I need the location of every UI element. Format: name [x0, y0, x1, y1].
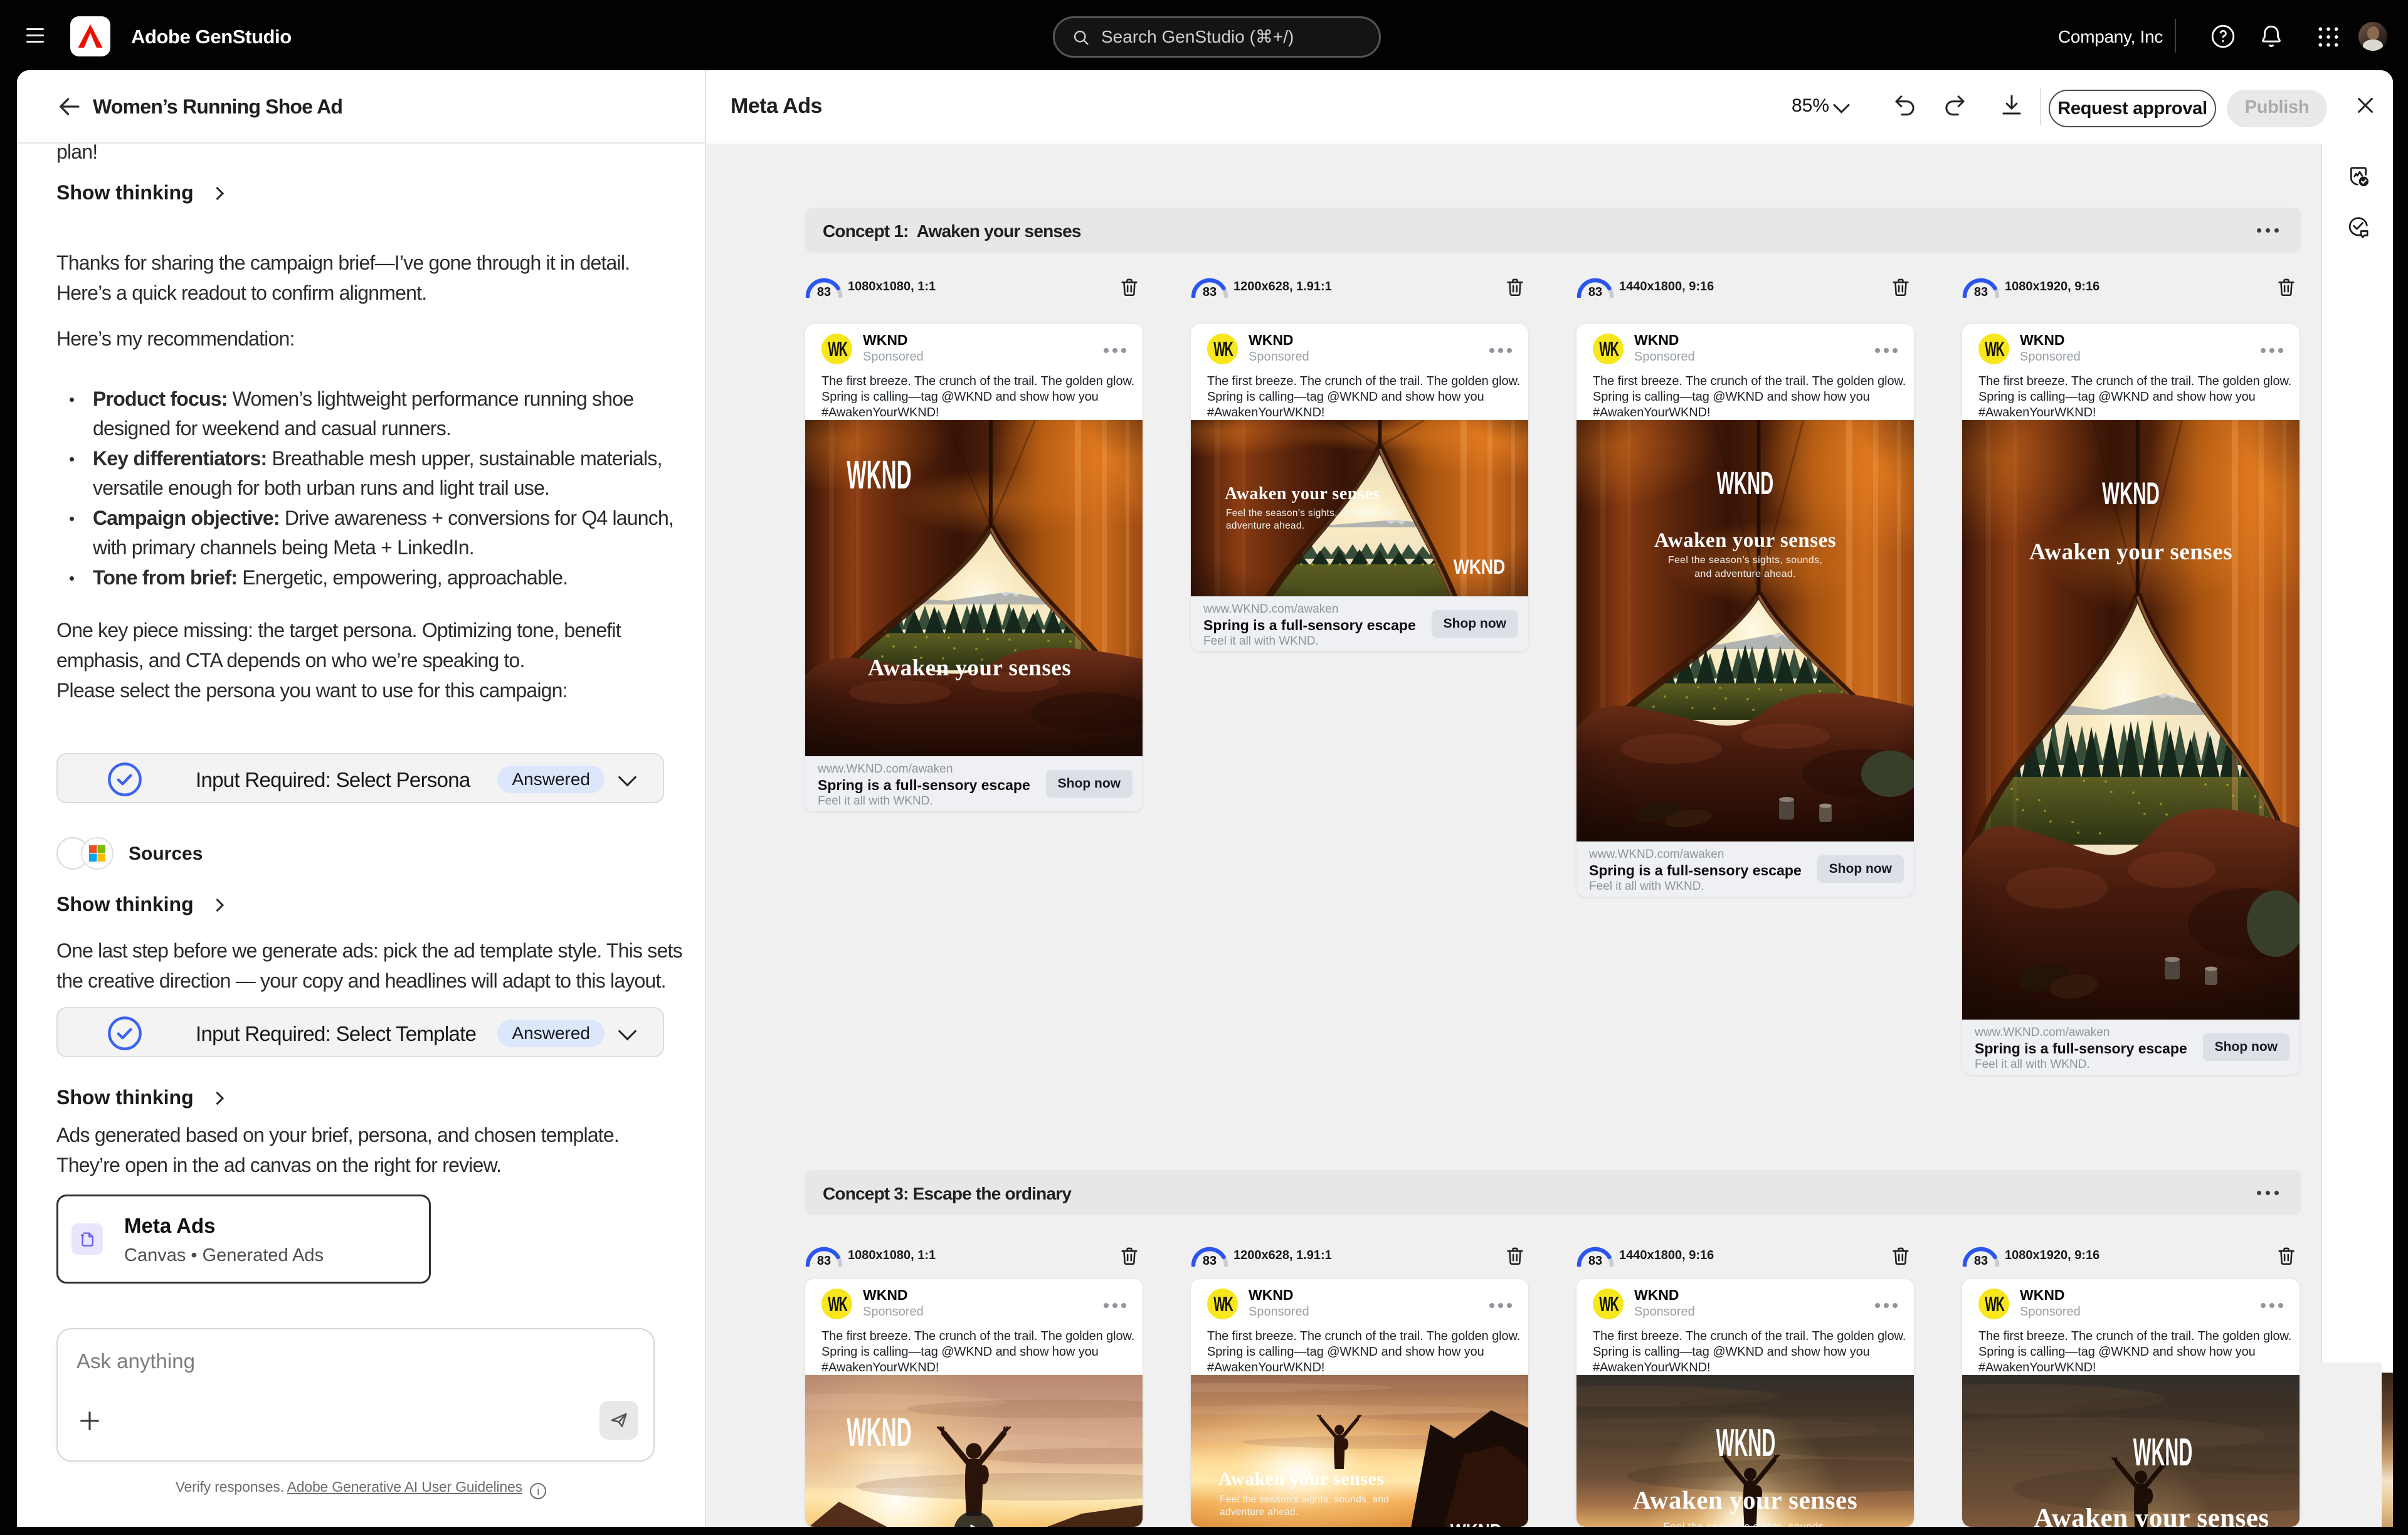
- svg-text:Awaken your senses: Awaken your senses: [868, 655, 1071, 681]
- svg-text:Awaken your senses: Awaken your senses: [1654, 529, 1836, 552]
- svg-text:WKND: WKND: [2102, 476, 2160, 511]
- svg-text:WKND: WKND: [847, 452, 912, 497]
- svg-text:and adventure ahead.: and adventure ahead.: [1694, 569, 1796, 579]
- svg-text:WKND: WKND: [2133, 1431, 2192, 1474]
- svg-text:Feel the season’s sights, soun: Feel the season’s sights, sounds,: [1664, 1521, 1827, 1527]
- svg-text:WKND: WKND: [1450, 1521, 1502, 1527]
- svg-text:Awaken your senses: Awaken your senses: [1218, 1469, 1385, 1489]
- svg-text:Awaken your senses: Awaken your senses: [1225, 484, 1380, 504]
- svg-text:Awaken your senses: Awaken your senses: [2029, 539, 2232, 565]
- svg-text:WKND: WKND: [1454, 556, 1506, 579]
- svg-text:WKND: WKND: [1716, 1422, 1775, 1465]
- svg-text:WKND: WKND: [1717, 465, 1773, 501]
- svg-text:Awaken your senses: Awaken your senses: [1633, 1485, 1857, 1514]
- svg-text:WKND: WKND: [847, 1410, 912, 1455]
- svg-text:Feel the season’s sights, soun: Feel the season’s sights, sounds,: [1668, 555, 1822, 566]
- svg-text:adventure ahead.: adventure ahead.: [1220, 1507, 1298, 1517]
- svg-text:Feel the season’s sights, soun: Feel the season’s sights, sounds, and: [1220, 1494, 1389, 1505]
- svg-text:Awaken your senses: Awaken your senses: [2034, 1504, 2269, 1527]
- svg-text:adventure ahead.: adventure ahead.: [1226, 520, 1304, 531]
- svg-text:Feel the season’s sights, soun: Feel the season’s sights, sounds, and: [1226, 508, 1395, 519]
